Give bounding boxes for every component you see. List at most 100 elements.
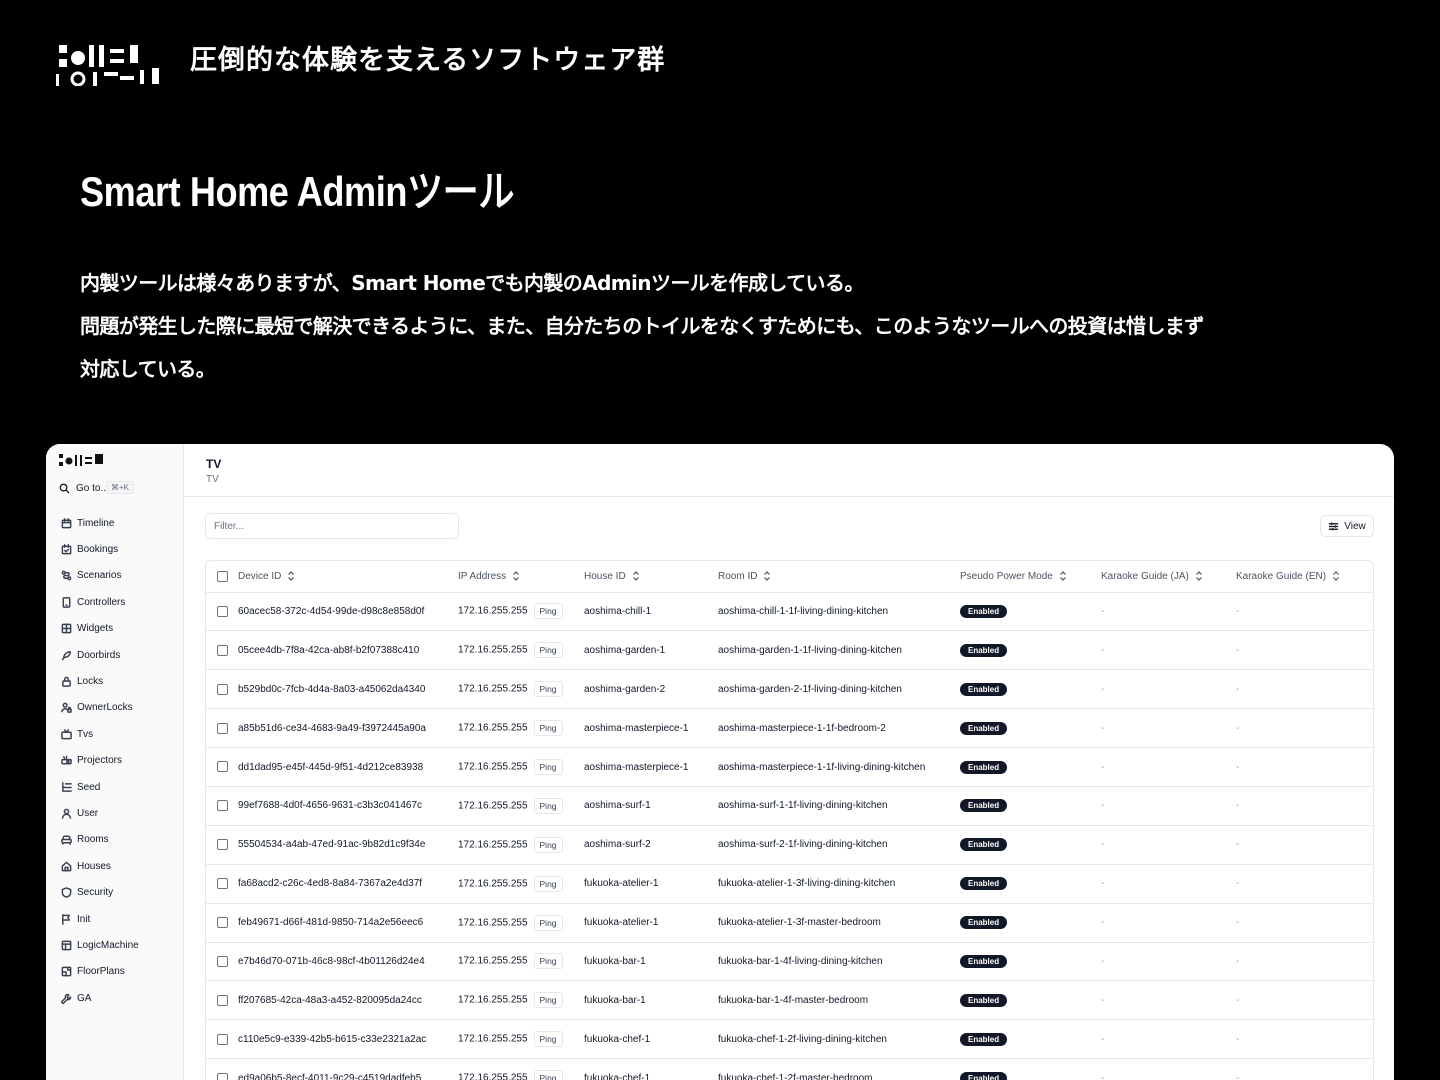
- table-row[interactable]: fa68acd2-c26c-4ed8-8a84-7367a2e4d37f 172.…: [206, 864, 1373, 904]
- row-checkbox[interactable]: [217, 800, 228, 812]
- sort-icon[interactable]: [1195, 571, 1203, 581]
- column-header-pseudo-power-mode[interactable]: Pseudo Power Mode: [960, 561, 1101, 593]
- sidebar-item-init[interactable]: Init: [46, 906, 184, 932]
- sort-icon[interactable]: [512, 571, 520, 581]
- sidebar-item-security[interactable]: Security: [46, 879, 184, 905]
- sidebar-item-projectors[interactable]: Projectors: [46, 748, 184, 774]
- row-checkbox[interactable]: [217, 722, 228, 734]
- row-checkbox[interactable]: [217, 839, 228, 851]
- status-badge: Enabled: [960, 954, 1008, 968]
- ping-button[interactable]: Ping: [533, 992, 563, 1009]
- sidebar-item-label: OwnerLocks: [77, 702, 133, 714]
- cell-spacer: [1304, 592, 1373, 632]
- ping-button[interactable]: Ping: [533, 720, 563, 737]
- column-header-karaoke-guide-ja[interactable]: Karaoke Guide (JA): [1101, 561, 1236, 593]
- cell-house-id: aoshima-surf-2: [584, 825, 718, 865]
- view-options-button[interactable]: View: [1320, 515, 1374, 537]
- ping-button[interactable]: Ping: [533, 603, 563, 620]
- table-row[interactable]: a85b51d6-ce34-4683-9a49-f3972445a90a 172.…: [206, 708, 1373, 749]
- sort-icon[interactable]: [287, 571, 295, 581]
- ping-button[interactable]: Ping: [533, 914, 563, 931]
- sidebar-item-timeline[interactable]: Timeline: [46, 510, 184, 536]
- empty-value: -: [1101, 761, 1105, 773]
- sidebar-item-rooms[interactable]: Rooms: [46, 827, 184, 853]
- sidebar-item-ownerlocks[interactable]: OwnerLocks: [46, 695, 184, 721]
- house-icon: [61, 861, 72, 872]
- sidebar-item-scenarios[interactable]: Scenarios: [46, 563, 184, 589]
- table-row[interactable]: c110e5c9-e339-42b5-b615-c33e2321a2ac 172.…: [206, 1019, 1373, 1060]
- row-checkbox[interactable]: [217, 605, 228, 617]
- sort-icon[interactable]: [1332, 571, 1340, 581]
- ping-button[interactable]: Ping: [533, 681, 563, 698]
- ping-button[interactable]: Ping: [533, 759, 563, 775]
- row-checkbox[interactable]: [217, 761, 228, 773]
- cell-karaoke-guide-ja: -: [1101, 903, 1236, 943]
- sidebar-item-locks[interactable]: Locks: [46, 668, 184, 694]
- sidebar-item-doorbirds[interactable]: Doorbirds: [46, 642, 184, 668]
- room-id: fukuoka-bar-1-4f-master-bedroom: [718, 994, 869, 1006]
- row-checkbox[interactable]: [217, 878, 228, 890]
- column-header-house-id[interactable]: House ID: [584, 561, 718, 593]
- table-row[interactable]: feb49671-d66f-481d-9850-714a2e56eec6 172.…: [206, 903, 1373, 943]
- table-row[interactable]: ed9a06b5-8ecf-4011-9c29-c4519dadfeb5 172.…: [206, 1058, 1373, 1080]
- row-checkbox[interactable]: [217, 994, 228, 1006]
- column-header-room-id[interactable]: Room ID: [718, 561, 960, 593]
- sidebar-item-widgets[interactable]: Widgets: [46, 616, 184, 642]
- filter-input[interactable]: [205, 513, 459, 539]
- status-badge: Enabled: [960, 799, 1008, 813]
- sidebar-item-logicmachine[interactable]: LogicMachine: [46, 932, 184, 958]
- sidebar-item-ga[interactable]: GA: [46, 985, 184, 1011]
- column-header-device-id[interactable]: Device ID: [228, 561, 458, 593]
- sort-icon[interactable]: [763, 571, 771, 581]
- app-logo[interactable]: [59, 454, 107, 468]
- cell-room-id: aoshima-chill-1-1f-living-dining-kitchen: [718, 592, 960, 632]
- ping-button[interactable]: Ping: [533, 875, 563, 892]
- cell-karaoke-guide-en: -: [1236, 708, 1305, 749]
- ping-button[interactable]: Ping: [533, 1070, 563, 1080]
- cell-karaoke-guide-en: -: [1236, 980, 1305, 1021]
- sidebar-nav: Timeline Bookings Scenarios Controllers …: [46, 510, 184, 1011]
- row-checkbox[interactable]: [217, 1033, 228, 1045]
- cell-karaoke-guide-ja: -: [1101, 708, 1236, 749]
- row-checkbox[interactable]: [217, 955, 228, 967]
- sidebar-item-bookings[interactable]: Bookings: [46, 536, 184, 562]
- column-header-ip-address[interactable]: IP Address: [458, 561, 584, 593]
- sort-icon[interactable]: [1059, 571, 1067, 581]
- sidebar-item-floorplans[interactable]: FloorPlans: [46, 959, 184, 985]
- sidebar-item-label: Rooms: [77, 834, 109, 846]
- row-checkbox[interactable]: [217, 917, 228, 928]
- ping-button[interactable]: Ping: [533, 797, 563, 814]
- table-row[interactable]: 99ef7688-4d0f-4656-9631-c3b3c041467c 172.…: [206, 786, 1373, 826]
- table-row[interactable]: ff207685-42ca-48a3-a452-820095da24cc 172.…: [206, 980, 1373, 1021]
- table-row[interactable]: 05cee4db-7f8a-42ca-ab8f-b2f07388c410 172.…: [206, 630, 1373, 671]
- sidebar-item-user[interactable]: User: [46, 800, 184, 826]
- table-row[interactable]: b529bd0c-7fcb-4d4a-8a03-a45062da4340 172.…: [206, 669, 1373, 710]
- calendar-icon: [61, 517, 72, 529]
- table-row[interactable]: 55504534-a4ab-47ed-91ac-9b82d1c9f34e 172.…: [206, 825, 1373, 865]
- select-all-checkbox[interactable]: [217, 570, 228, 582]
- table-row[interactable]: e7b46d70-071b-46c8-98cf-4b01126d24e4 172.…: [206, 942, 1373, 982]
- sidebar-item-controllers[interactable]: Controllers: [46, 589, 184, 615]
- ping-button[interactable]: Ping: [533, 953, 563, 970]
- table-row[interactable]: dd1dad95-e45f-445d-9f51-4d212ce83938 172.…: [206, 747, 1373, 787]
- row-checkbox[interactable]: [217, 644, 228, 656]
- row-checkbox[interactable]: [217, 1072, 228, 1080]
- column-header-karaoke-guide-en[interactable]: Karaoke Guide (EN): [1236, 561, 1339, 593]
- empty-value: -: [1101, 1033, 1105, 1045]
- row-select-cell: [206, 630, 228, 671]
- cell-pseudo-power-mode: Enabled: [960, 708, 1101, 749]
- sidebar-item-houses[interactable]: Houses: [46, 853, 184, 879]
- ping-button[interactable]: Ping: [533, 642, 563, 659]
- cell-karaoke-guide-en: -: [1236, 786, 1305, 826]
- cell-device-id: e7b46d70-071b-46c8-98cf-4b01126d24e4: [228, 942, 458, 982]
- row-checkbox[interactable]: [217, 683, 228, 695]
- cell-ip-address: 172.16.255.255 Ping: [458, 980, 584, 1021]
- ping-button[interactable]: Ping: [533, 1031, 563, 1048]
- cell-spacer: [1304, 786, 1373, 826]
- table-row[interactable]: 60acec58-372c-4d54-99de-d98c8e858d0f 172.…: [206, 592, 1373, 632]
- ping-button[interactable]: Ping: [533, 836, 563, 853]
- sidebar-item-tvs[interactable]: Tvs: [46, 721, 184, 747]
- sort-icon[interactable]: [632, 571, 640, 581]
- sidebar-item-seed[interactable]: Seed: [46, 774, 184, 800]
- sidebar-item-label: Widgets: [77, 623, 114, 635]
